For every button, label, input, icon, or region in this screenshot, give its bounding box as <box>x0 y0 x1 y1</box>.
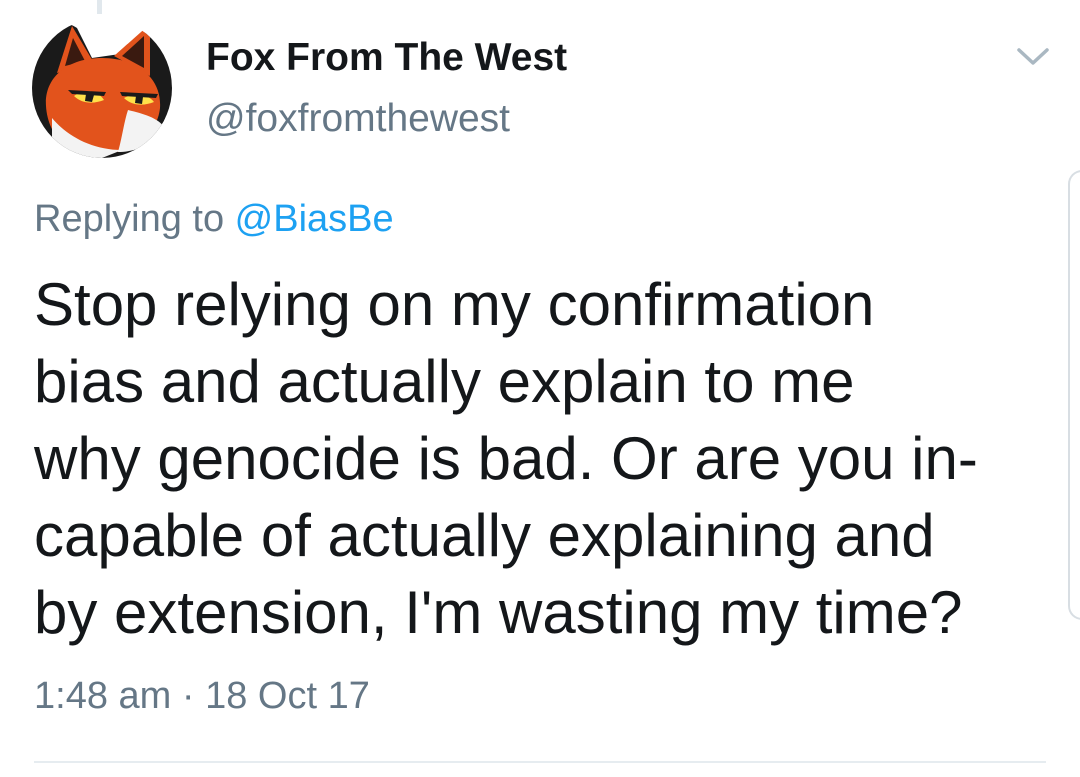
chevron-down-icon[interactable] <box>1015 44 1051 68</box>
thread-connector-line <box>97 0 102 14</box>
replying-to-label: Replying to <box>34 198 235 240</box>
divider <box>34 761 1046 763</box>
tweet-timestamp[interactable]: 1:48 am · 18 Oct 17 <box>34 675 370 718</box>
reply-mention-link[interactable]: @BiasBe <box>235 198 394 240</box>
author-avatar[interactable] <box>32 18 172 158</box>
adjacent-panel-edge <box>1068 170 1080 620</box>
replying-to-line: Replying to @BiasBe <box>34 198 394 241</box>
tweet-text: Stop relying on my confirmation bias and… <box>34 271 978 646</box>
fox-avatar-icon <box>32 18 172 158</box>
author-display-name[interactable]: Fox From The West <box>206 36 567 80</box>
author-handle[interactable]: @foxfromthewest <box>206 97 510 141</box>
